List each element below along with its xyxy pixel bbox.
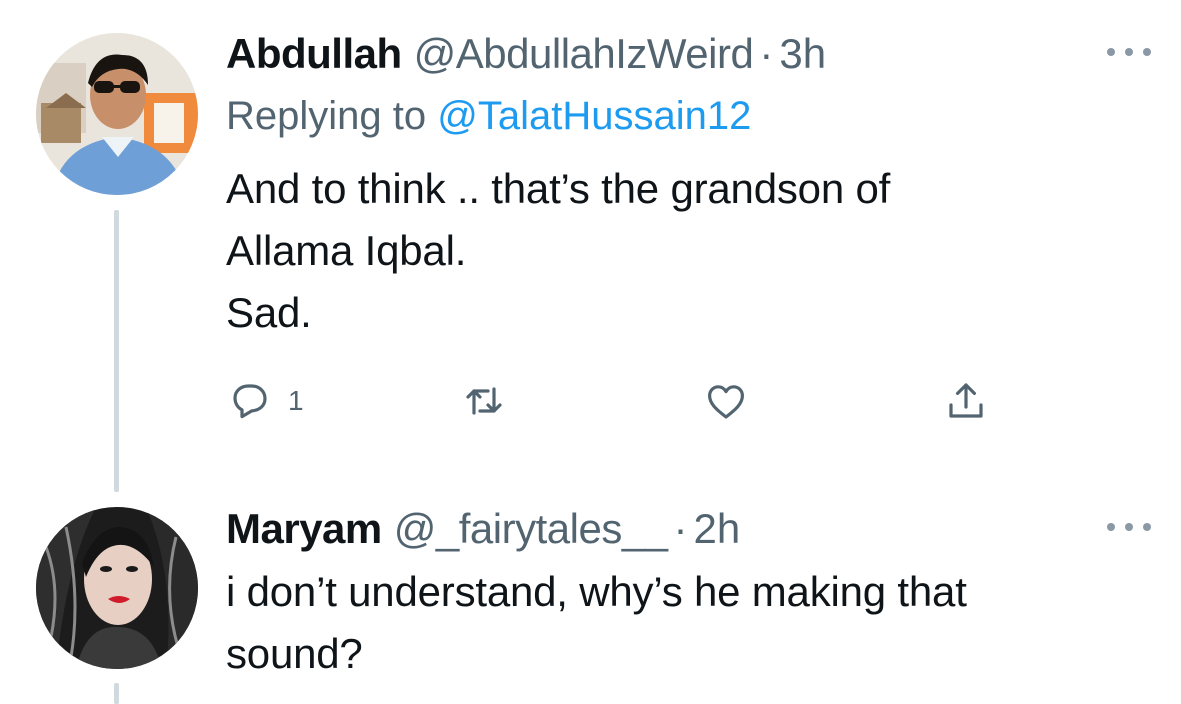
avatar[interactable]	[36, 507, 198, 669]
tweet-content: Abdullah @AbdullahIzWeird · 3h Replying …	[226, 28, 1151, 344]
reply-button[interactable]: 1	[226, 376, 304, 426]
reply-count: 1	[288, 385, 304, 416]
display-name[interactable]: Abdullah	[226, 28, 402, 80]
share-icon	[949, 383, 983, 418]
retweet-button[interactable]	[460, 376, 508, 426]
separator-dot: ·	[759, 30, 774, 77]
replying-to-link[interactable]: @TalatHussain12	[437, 94, 751, 138]
avatar[interactable]	[36, 33, 198, 195]
retweet-icon	[466, 387, 502, 415]
user-handle[interactable]: @AbdullahIzWeird	[414, 28, 754, 80]
more-options-icon[interactable]	[1107, 42, 1151, 62]
reply-icon	[233, 384, 267, 419]
more-options-icon[interactable]	[1107, 517, 1151, 537]
tweet-header: Abdullah @AbdullahIzWeird · 3h	[226, 28, 1151, 80]
replying-to: Replying to @TalatHussain12	[226, 86, 1151, 146]
tweet-actions: 1	[226, 376, 1006, 426]
tweet-header: Maryam @_fairytales__ · 2h	[226, 503, 1151, 555]
tweet[interactable]: Maryam @_fairytales__ · 2h i don’t under…	[0, 495, 1181, 704]
display-name[interactable]: Maryam	[226, 503, 382, 555]
user-handle[interactable]: @_fairytales__	[394, 503, 668, 555]
timestamp[interactable]: 3h	[779, 28, 826, 80]
heart-icon	[708, 385, 744, 419]
thread-line	[114, 210, 119, 492]
tweet-text: And to think .. that’s the grandson of A…	[226, 165, 891, 336]
timestamp[interactable]: 2h	[694, 503, 741, 555]
share-button[interactable]	[942, 376, 990, 426]
thread-line	[114, 683, 119, 704]
separator-dot: ·	[673, 505, 688, 552]
like-button[interactable]	[702, 376, 750, 426]
tweet-content: Maryam @_fairytales__ · 2h i don’t under…	[226, 503, 1151, 685]
tweet[interactable]: Abdullah @AbdullahIzWeird · 3h Replying …	[0, 0, 1181, 495]
tweet-text: i don’t understand, why’s he making that…	[226, 568, 967, 677]
replying-prefix: Replying to	[226, 94, 427, 138]
